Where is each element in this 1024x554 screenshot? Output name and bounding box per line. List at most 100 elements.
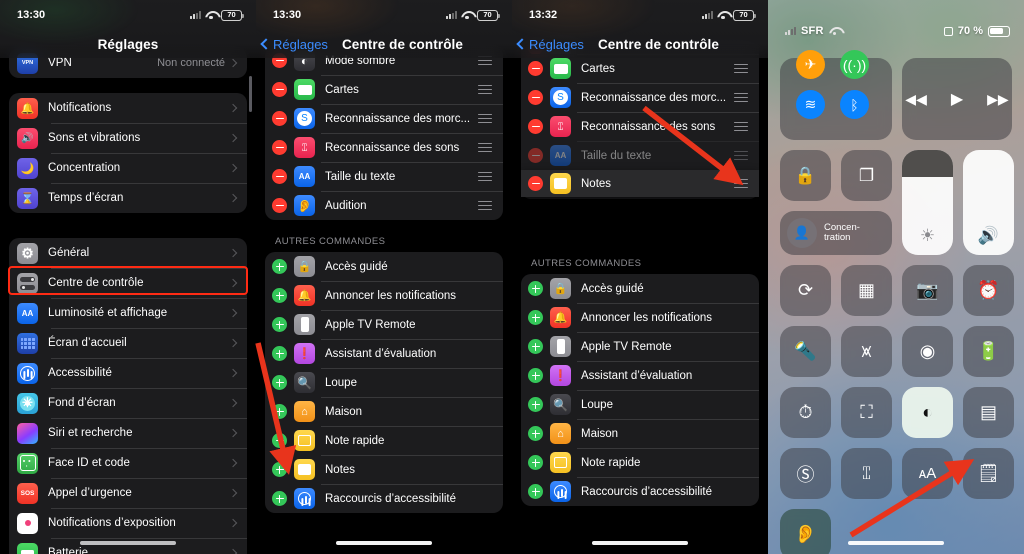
alarm-icon[interactable]: ⏰: [963, 265, 1014, 316]
notes-icon[interactable]: 🗒: [963, 448, 1014, 499]
add-button[interactable]: [272, 375, 287, 390]
play-icon[interactable]: ▶: [951, 89, 963, 109]
cc-row-quick-note[interactable]: Note rapide: [265, 426, 503, 455]
remove-button[interactable]: [528, 61, 543, 76]
volume-slider[interactable]: 🔊: [963, 150, 1014, 255]
cc-row-quick-note[interactable]: Note rapide: [521, 448, 759, 477]
add-button[interactable]: [272, 346, 287, 361]
add-button[interactable]: [272, 288, 287, 303]
dark-mode-icon[interactable]: ◐: [902, 387, 953, 438]
cc-row-apple-tv-remote[interactable]: Apple TV Remote: [521, 332, 759, 361]
drag-handle-icon[interactable]: [734, 151, 748, 160]
drag-handle-icon[interactable]: [478, 201, 492, 210]
hearing-icon[interactable]: 👂: [780, 509, 831, 554]
cc-row-sound-recognition[interactable]: ⑄ Reconnaissance des sons: [521, 112, 759, 141]
drag-handle-icon[interactable]: [734, 93, 748, 102]
remove-button[interactable]: [272, 82, 287, 97]
voice-memo-icon[interactable]: ⩙: [841, 326, 892, 377]
cc-row-cartes[interactable]: Cartes: [265, 75, 503, 104]
cc-row-announce-notifications[interactable]: Annoncer les notifications: [265, 281, 503, 310]
dragging-row-notes[interactable]: Notes: [521, 170, 759, 197]
camera-icon[interactable]: 📷: [902, 265, 953, 316]
drag-handle-icon[interactable]: [478, 85, 492, 94]
add-button[interactable]: [528, 310, 543, 325]
stopwatch-icon[interactable]: ⏱: [780, 387, 831, 438]
rewind-icon[interactable]: ◀◀: [905, 91, 927, 108]
drag-handle-icon[interactable]: [734, 64, 748, 73]
settings-row-focus[interactable]: Concentration: [9, 153, 247, 183]
settings-row-screentime[interactable]: Temps d’écran: [9, 183, 247, 213]
flashlight-icon[interactable]: 🔦: [780, 326, 831, 377]
media-playback-tile[interactable]: ◀◀ ▶ ▶▶: [902, 58, 1012, 140]
screen-record-icon[interactable]: ◉: [902, 326, 953, 377]
cc-row-announce-notifications[interactable]: Annoncer les notifications: [521, 303, 759, 332]
cc-row-accessibility-shortcut[interactable]: Raccourcis d’accessibilité: [265, 484, 503, 513]
calculator-icon[interactable]: ▦: [841, 265, 892, 316]
cc-row-cartes[interactable]: Cartes: [521, 54, 759, 83]
wallet-icon[interactable]: ▤: [963, 387, 1014, 438]
cc-row-notes[interactable]: Notes: [265, 455, 503, 484]
add-button[interactable]: [272, 433, 287, 448]
add-button[interactable]: [528, 368, 543, 383]
cc-row-guided-access[interactable]: 🔒 Accès guidé: [521, 274, 759, 303]
settings-row-general[interactable]: Général: [9, 238, 247, 268]
remove-button[interactable]: [528, 90, 543, 105]
add-button[interactable]: [272, 491, 287, 506]
settings-row-sos[interactable]: Appel d’urgence: [9, 478, 247, 508]
screen-mirroring-icon[interactable]: ❐: [841, 150, 892, 201]
focus-tile[interactable]: 👤 Concen-tration: [780, 211, 892, 255]
settings-row-siri[interactable]: Siri et recherche: [9, 418, 247, 448]
text-size-icon[interactable]: ᴀA: [902, 448, 953, 499]
add-button[interactable]: [528, 339, 543, 354]
add-button[interactable]: [528, 426, 543, 441]
remove-button[interactable]: [528, 176, 543, 191]
add-button[interactable]: [272, 404, 287, 419]
add-button[interactable]: [528, 455, 543, 470]
settings-row-homescreen[interactable]: Écran d’accueil: [9, 328, 247, 358]
cellular-icon[interactable]: ((·)): [840, 50, 869, 79]
remove-button[interactable]: [272, 198, 287, 213]
settings-row-display[interactable]: Luminosité et affichage: [9, 298, 247, 328]
scrollbar-indicator[interactable]: [249, 76, 252, 112]
rotation-lock-icon[interactable]: 🔒: [780, 150, 831, 201]
drag-handle-icon[interactable]: [734, 122, 748, 131]
back-button[interactable]: Réglages: [516, 37, 584, 52]
add-button[interactable]: [272, 317, 287, 332]
low-power-icon[interactable]: 🔋: [963, 326, 1014, 377]
cc-row-guided-access[interactable]: 🔒 Accès guidé: [265, 252, 503, 281]
cc-settings-scroll-view[interactable]: ◐ Mode sombre Cartes S Reconnaissance de…: [256, 0, 512, 554]
settings-row-notifications[interactable]: Notifications: [9, 93, 247, 123]
remove-button[interactable]: [272, 111, 287, 126]
wifi-icon[interactable]: ≋: [796, 90, 825, 119]
drag-handle-icon[interactable]: [478, 172, 492, 181]
fast-forward-icon[interactable]: ▶▶: [987, 91, 1009, 108]
connectivity-tile[interactable]: ✈ ((·)) ≋ ᛒ: [780, 50, 892, 140]
cc-row-shazam[interactable]: S Reconnaissance des morc...: [521, 83, 759, 112]
remove-button[interactable]: [272, 140, 287, 155]
cc-row-text-size[interactable]: Taille du texte: [265, 162, 503, 191]
cc-row-apple-tv-remote[interactable]: Apple TV Remote: [265, 310, 503, 339]
sound-recognition-icon[interactable]: ⑄: [841, 448, 892, 499]
cc-row-magnifier[interactable]: 🔍 Loupe: [265, 368, 503, 397]
bluetooth-icon[interactable]: ᛒ: [840, 90, 869, 119]
cc-row-assessment-mode[interactable]: ❗ Assistant d’évaluation: [265, 339, 503, 368]
cc-row-assessment-mode[interactable]: ❗ Assistant d’évaluation: [521, 361, 759, 390]
remove-button[interactable]: [272, 169, 287, 184]
shazam-icon[interactable]: Ⓢ: [780, 448, 831, 499]
add-button[interactable]: [272, 259, 287, 274]
back-button[interactable]: Réglages: [260, 37, 328, 52]
settings-row-exposure[interactable]: Notifications d’exposition: [9, 508, 247, 538]
qr-code-icon[interactable]: ⛶: [841, 387, 892, 438]
add-button[interactable]: [528, 281, 543, 296]
settings-row-wallpaper[interactable]: Fond d’écran: [9, 388, 247, 418]
add-button[interactable]: [528, 397, 543, 412]
cc-row-sound-recognition[interactable]: ⑄ Reconnaissance des sons: [265, 133, 503, 162]
remove-button[interactable]: [528, 148, 543, 163]
cc-row-text-size[interactable]: Taille du texte: [521, 141, 759, 170]
settings-row-faceid[interactable]: Face ID et code: [9, 448, 247, 478]
cc-row-magnifier[interactable]: 🔍 Loupe: [521, 390, 759, 419]
sidebar-item-control-center[interactable]: Centre de contrôle: [9, 268, 247, 298]
cc-row-accessibility-shortcut[interactable]: Raccourcis d’accessibilité: [521, 477, 759, 506]
settings-row-sounds[interactable]: Sons et vibrations: [9, 123, 247, 153]
cc-row-hearing[interactable]: 👂 Audition: [265, 191, 503, 220]
